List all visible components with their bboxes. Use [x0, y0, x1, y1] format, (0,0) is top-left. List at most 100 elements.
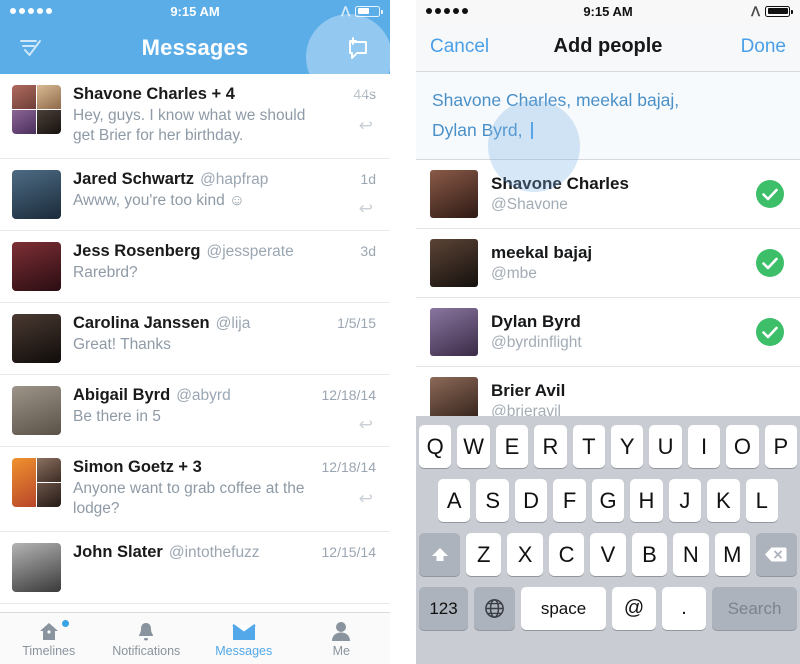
dual-phone-screenshot: 9:15 AM ᐱ Messages Shavone Charles + 4 4…: [0, 0, 800, 664]
keyboard-row-1: Q W E R T Y U I O P: [418, 425, 798, 468]
page-title: Messages: [141, 35, 249, 60]
tab-me[interactable]: Me: [293, 620, 391, 658]
key-q[interactable]: Q: [418, 425, 452, 468]
recipients-line-2: Dylan Byrd,: [432, 120, 528, 141]
at-key[interactable]: @: [612, 587, 656, 630]
person-handle: @mbe: [491, 264, 537, 282]
backspace-icon[interactable]: [755, 533, 797, 576]
conversation-time: 3d: [360, 242, 376, 259]
reply-arrow-icon[interactable]: ↩: [359, 489, 373, 509]
status-bar-time: 9:15 AM: [170, 3, 220, 19]
reply-arrow-icon[interactable]: ↩: [359, 199, 373, 219]
home-icon: [38, 619, 69, 642]
key-d[interactable]: D: [514, 479, 548, 522]
key-t[interactable]: T: [572, 425, 605, 468]
people-results-list[interactable]: Shavone Charles @Shavone meekal bajaj @m…: [416, 160, 800, 437]
on-screen-keyboard[interactable]: Q W E R T Y U I O P A S D F G H J K L Z …: [416, 416, 800, 664]
cancel-button[interactable]: Cancel: [430, 36, 489, 58]
conversation-handle: @hapfrap: [200, 170, 269, 188]
mark-all-read-icon[interactable]: [14, 31, 48, 65]
tab-timelines[interactable]: Timelines: [0, 619, 98, 658]
key-f[interactable]: F: [553, 479, 586, 522]
key-r[interactable]: R: [534, 425, 567, 468]
conversation-name: Shavone Charles + 4: [73, 85, 235, 103]
conversation-name: Carolina Janssen: [73, 313, 210, 332]
avatar: [430, 170, 478, 219]
tab-notifications[interactable]: Notifications: [98, 620, 196, 658]
shift-icon[interactable]: [419, 533, 461, 576]
tab-label: Messages: [215, 643, 273, 658]
check-icon[interactable]: [756, 249, 784, 278]
tab-messages[interactable]: Messages: [195, 620, 293, 658]
person-icon: [331, 620, 351, 642]
new-message-icon[interactable]: [342, 31, 376, 65]
key-m[interactable]: M: [714, 533, 750, 576]
key-o[interactable]: O: [726, 425, 759, 468]
table-row[interactable]: Shavone Charles + 4 44s Hey, guys. I kno…: [0, 74, 390, 159]
key-v[interactable]: V: [590, 533, 626, 576]
keyboard-row-4: 123 space @ . Search: [419, 587, 797, 630]
avatar: [12, 85, 61, 134]
key-h[interactable]: H: [630, 479, 663, 522]
key-y[interactable]: Y: [611, 425, 644, 468]
list-item[interactable]: Shavone Charles @Shavone: [416, 160, 800, 230]
key-a[interactable]: A: [438, 479, 471, 522]
key-e[interactable]: E: [495, 425, 529, 468]
conversation-preview: Hey, guys. I know what we should get Bri…: [73, 107, 306, 145]
table-row[interactable]: Carolina Janssen @lija 1/5/15 Great! Tha…: [0, 303, 390, 375]
key-s[interactable]: S: [476, 479, 509, 522]
space-key[interactable]: space: [521, 587, 606, 630]
check-icon[interactable]: [756, 180, 784, 209]
key-n[interactable]: N: [673, 533, 709, 576]
timelines-badge: [61, 619, 69, 627]
table-row[interactable]: Simon Goetz + 3 12/18/14 Anyone want to …: [0, 447, 390, 532]
key-j[interactable]: J: [668, 479, 702, 522]
done-button[interactable]: Done: [741, 36, 786, 58]
key-x[interactable]: X: [507, 533, 543, 576]
avatar: [12, 385, 61, 435]
period-key[interactable]: .: [662, 587, 706, 630]
conversation-preview: Anyone want to grab coffee at the lodge?: [73, 479, 305, 518]
key-i[interactable]: I: [687, 425, 721, 468]
list-item[interactable]: meekal bajaj @mbe: [416, 229, 800, 299]
left-phone-messages-screen: 9:15 AM ᐱ Messages Shavone Charles + 4 4…: [0, 0, 390, 664]
numbers-key[interactable]: 123: [419, 587, 468, 630]
reply-arrow-icon[interactable]: ↩: [359, 116, 373, 136]
check-icon[interactable]: [756, 318, 784, 347]
key-c[interactable]: C: [548, 533, 585, 576]
messages-nav-bar: Messages: [0, 14, 390, 100]
reply-arrow-icon[interactable]: ↩: [359, 415, 373, 435]
right-phone-add-people-screen: 9:15 AM ᐱ Cancel Add people Done Shavone…: [416, 0, 800, 664]
conversation-time: 1d: [360, 170, 376, 187]
envelope-icon: [232, 620, 256, 642]
tab-label: Notifications: [112, 643, 181, 658]
key-u[interactable]: U: [649, 425, 682, 468]
text-caret: [531, 122, 533, 140]
avatar: [12, 313, 61, 363]
list-item[interactable]: Dylan Byrd @byrdinflight: [416, 298, 800, 368]
bell-icon: [136, 620, 156, 642]
search-key[interactable]: Search: [712, 587, 797, 630]
table-row[interactable]: Abigail Byrd @abyrd 12/18/14 Be there in…: [0, 375, 390, 447]
key-w[interactable]: W: [457, 425, 490, 468]
key-g[interactable]: G: [591, 479, 625, 522]
conversation-preview: Awww, you're too kind ☺: [73, 191, 245, 209]
tab-label: Me: [332, 643, 350, 658]
recipients-input[interactable]: Shavone Charles, meekal bajaj, Dylan Byr…: [416, 72, 800, 192]
conversation-handle: @lija: [215, 314, 251, 332]
key-b[interactable]: B: [631, 533, 668, 576]
table-row[interactable]: John Slater @intothefuzz 12/15/14: [0, 532, 390, 604]
avatar: [430, 239, 478, 288]
key-p[interactable]: P: [764, 425, 798, 468]
key-l[interactable]: L: [745, 479, 778, 522]
battery-icon: [355, 5, 383, 17]
key-k[interactable]: K: [707, 479, 740, 522]
person-name: Brier Avil: [491, 381, 566, 401]
globe-icon[interactable]: [474, 587, 515, 630]
table-row[interactable]: Jess Rosenberg @jessperate 3d Rarebrd?: [0, 231, 390, 303]
conversation-list[interactable]: Shavone Charles + 4 44s Hey, guys. I kno…: [0, 74, 390, 664]
key-z[interactable]: Z: [466, 533, 502, 576]
conversation-preview: Rarebrd?: [73, 263, 138, 281]
bottom-tab-bar: Timelines Notifications Messages Me: [0, 612, 390, 664]
table-row[interactable]: Jared Schwartz @hapfrap 1d Awww, you're …: [0, 159, 390, 231]
